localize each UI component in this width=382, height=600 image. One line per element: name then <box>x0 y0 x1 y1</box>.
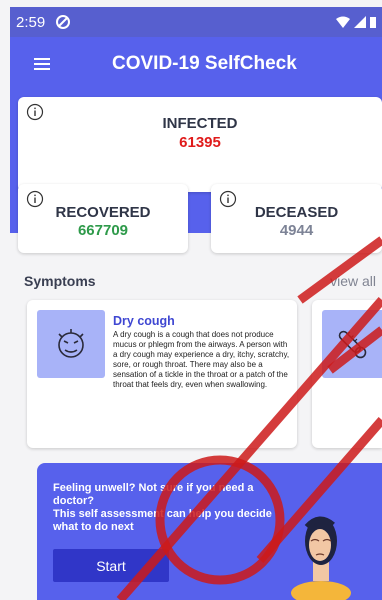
sync-off-icon <box>55 14 71 30</box>
menu-button[interactable] <box>20 42 64 86</box>
start-button[interactable]: Start <box>53 549 169 582</box>
banner-text: Feeling unwell? Not sure if you need a d… <box>53 482 283 534</box>
status-time: 2:59 <box>16 13 46 31</box>
banner-line-1: Feeling unwell? Not sure if you need a d… <box>53 482 254 507</box>
thermometer-icon <box>322 310 382 378</box>
app-bar: COVID-19 SelfCheck <box>10 40 382 88</box>
status-bar: 2:59 <box>10 7 382 37</box>
hamburger-icon <box>34 58 50 70</box>
symptom-title: Dry cough <box>113 314 175 328</box>
recovered-count: 667709 <box>77 222 129 239</box>
symptom-card-fever[interactable] <box>312 300 382 448</box>
symptom-description: A dry cough is a cough that does not pro… <box>113 330 290 389</box>
battery-icon <box>370 17 376 28</box>
wifi-icon <box>336 16 350 28</box>
cough-face-icon <box>37 310 105 378</box>
unwell-person-illustration <box>291 516 351 600</box>
symptoms-heading: Symptoms <box>24 273 96 289</box>
banner-line-2: This self assessment can help you decide… <box>53 508 272 533</box>
recovered-label: RECOVERED <box>55 204 151 221</box>
deceased-count: 4944 <box>279 222 314 239</box>
app-title: COVID-19 SelfCheck <box>112 53 297 74</box>
deceased-card[interactable]: DECEASED 4944 <box>211 184 382 253</box>
self-assessment-banner: Feeling unwell? Not sure if you need a d… <box>37 463 382 600</box>
infected-card[interactable]: INFECTED 61395 <box>18 97 382 192</box>
infected-count: 61395 <box>179 134 221 151</box>
status-icons <box>336 16 376 28</box>
symptom-card-dry-cough[interactable]: Dry cough A dry cough is a cough that do… <box>27 300 297 448</box>
view-all-link[interactable]: view all <box>330 273 376 289</box>
recovered-card[interactable]: RECOVERED 667709 <box>18 184 188 253</box>
deceased-label: DECEASED <box>254 204 339 221</box>
signal-icon <box>354 16 366 28</box>
infected-label: INFECTED <box>162 115 238 132</box>
